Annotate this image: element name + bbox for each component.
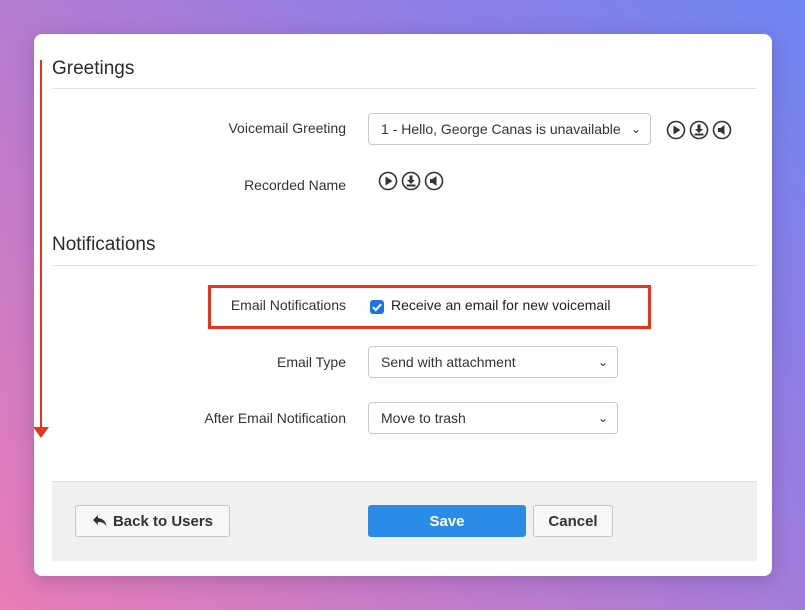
after-email-label: After Email Notification bbox=[204, 410, 346, 426]
voicemail-greeting-controls bbox=[666, 120, 732, 140]
recorded-name-label: Recorded Name bbox=[244, 177, 346, 193]
reply-arrow-icon bbox=[92, 515, 107, 527]
annotation-arrow-head bbox=[33, 427, 49, 438]
notifications-divider bbox=[52, 265, 757, 266]
cancel-button[interactable]: Cancel bbox=[533, 505, 613, 537]
back-to-users-button[interactable]: Back to Users bbox=[75, 505, 230, 537]
chevron-down-icon: ⌄ bbox=[630, 122, 641, 136]
annotation-arrow-line bbox=[40, 60, 42, 428]
speaker-icon[interactable] bbox=[424, 171, 444, 191]
notifications-heading: Notifications bbox=[52, 234, 156, 255]
email-type-select[interactable]: Send with attachment ⌄ bbox=[368, 346, 618, 378]
settings-card: Greetings Voicemail Greeting 1 - Hello, … bbox=[34, 34, 772, 576]
after-email-select[interactable]: Move to trash ⌄ bbox=[368, 402, 618, 434]
chevron-down-icon: ⌄ bbox=[597, 411, 608, 425]
chevron-down-icon: ⌄ bbox=[597, 355, 608, 369]
back-to-users-label: Back to Users bbox=[112, 512, 214, 530]
recorded-name-controls bbox=[378, 171, 444, 191]
speaker-icon[interactable] bbox=[712, 120, 732, 140]
email-type-value: Send with attachment bbox=[381, 354, 516, 370]
annotation-highlight-box bbox=[208, 285, 651, 329]
download-icon[interactable] bbox=[401, 171, 421, 191]
cancel-label: Cancel bbox=[548, 512, 598, 530]
play-icon[interactable] bbox=[666, 120, 686, 140]
greetings-divider bbox=[52, 88, 757, 89]
download-icon[interactable] bbox=[689, 120, 709, 140]
after-email-value: Move to trash bbox=[381, 410, 466, 426]
voicemail-greeting-value: 1 - Hello, George Canas is unavailable bbox=[381, 121, 621, 137]
save-button[interactable]: Save bbox=[368, 505, 526, 537]
greetings-heading: Greetings bbox=[52, 58, 135, 79]
save-label: Save bbox=[429, 512, 465, 530]
voicemail-greeting-select[interactable]: 1 - Hello, George Canas is unavailable ⌄ bbox=[368, 113, 651, 145]
email-type-label: Email Type bbox=[277, 354, 346, 370]
voicemail-greeting-label: Voicemail Greeting bbox=[228, 120, 346, 136]
play-icon[interactable] bbox=[378, 171, 398, 191]
form-footer: Back to Users Save Cancel bbox=[52, 481, 757, 561]
